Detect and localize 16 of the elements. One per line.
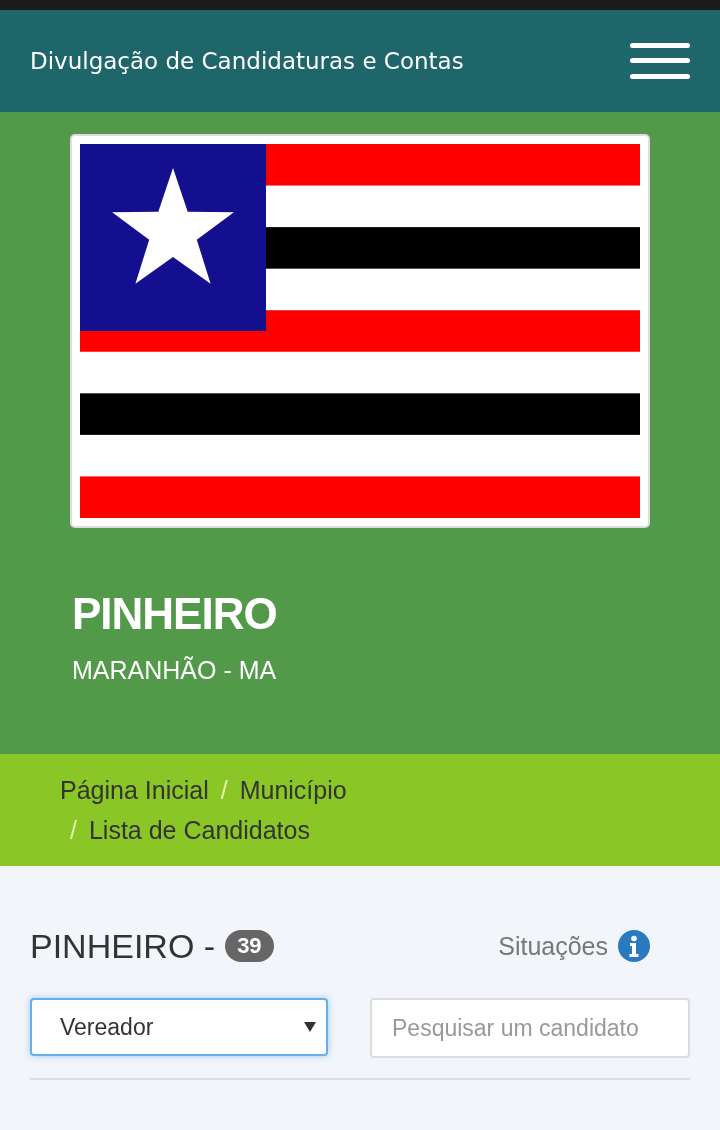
office-select[interactable]: Vereador	[30, 998, 328, 1056]
breadcrumb-separator: /	[220, 776, 228, 804]
list-title: PINHEIRO -	[30, 926, 216, 966]
breadcrumb-link[interactable]: Município	[239, 776, 347, 804]
breadcrumb-separator: /	[70, 816, 77, 844]
search-field[interactable]: Pesquisar um candidato	[370, 998, 690, 1058]
situations-link[interactable]: Situações	[498, 931, 608, 961]
menu-icon[interactable]	[630, 43, 690, 79]
caret-icon	[304, 1022, 316, 1032]
breadcrumb-current: Lista de Candidatos	[88, 816, 310, 844]
state-name: MARANHÃO - MA	[72, 656, 278, 685]
info-icon[interactable]	[618, 930, 650, 962]
municipality-name: PINHEIRO	[72, 588, 278, 640]
count-badge: 39	[225, 930, 274, 962]
site-title[interactable]: Divulgação de Candidaturas e Contas	[30, 48, 464, 74]
breadcrumb-link[interactable]: Página Inicial	[60, 776, 209, 804]
